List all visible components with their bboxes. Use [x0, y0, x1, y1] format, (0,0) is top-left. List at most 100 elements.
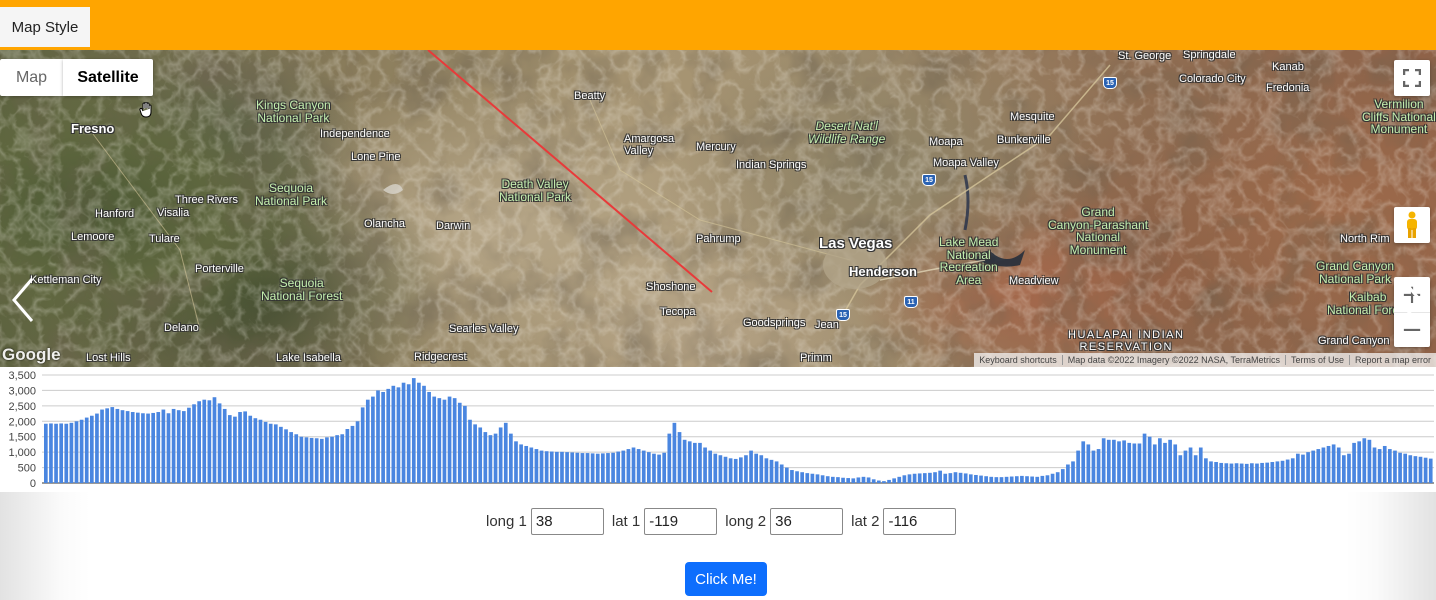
- elevation-bar[interactable]: [1260, 462, 1264, 483]
- elevation-bar[interactable]: [161, 409, 166, 483]
- elevation-bar[interactable]: [1204, 458, 1208, 483]
- elevation-bar[interactable]: [279, 426, 283, 483]
- elevation-bar[interactable]: [294, 434, 299, 483]
- elevation-bar[interactable]: [171, 408, 176, 483]
- elevation-bar[interactable]: [432, 396, 437, 483]
- elevation-bar[interactable]: [1342, 455, 1346, 483]
- elevation-bar[interactable]: [933, 472, 937, 483]
- elevation-bar[interactable]: [1362, 438, 1367, 483]
- elevation-bar[interactable]: [774, 461, 779, 483]
- elevation-bar[interactable]: [1045, 475, 1050, 483]
- elevation-bar[interactable]: [902, 475, 907, 483]
- elevation-bar[interactable]: [718, 455, 723, 483]
- elevation-bar[interactable]: [1331, 444, 1336, 483]
- elevation-bar[interactable]: [44, 423, 48, 483]
- elevation-bar[interactable]: [652, 453, 656, 483]
- fullscreen-button[interactable]: [1394, 60, 1430, 96]
- elevation-bar[interactable]: [452, 398, 457, 483]
- elevation-bar[interactable]: [386, 388, 391, 483]
- elevation-bar[interactable]: [514, 441, 518, 483]
- elevation-bar[interactable]: [319, 438, 324, 483]
- elevation-bar[interactable]: [1336, 447, 1341, 483]
- elevation-bar[interactable]: [217, 403, 222, 483]
- elevation-bar[interactable]: [836, 477, 840, 483]
- elevation-bar[interactable]: [687, 441, 692, 483]
- elevation-bar[interactable]: [1147, 436, 1152, 483]
- elevation-bar[interactable]: [754, 453, 759, 483]
- elevation-bar[interactable]: [1168, 439, 1172, 483]
- elevation-bar[interactable]: [616, 451, 621, 483]
- elevation-bar[interactable]: [984, 476, 988, 483]
- elevation-bar[interactable]: [1413, 456, 1418, 483]
- elevation-bar[interactable]: [1071, 461, 1075, 483]
- elevation-bar[interactable]: [463, 405, 467, 483]
- elevation-bar[interactable]: [391, 385, 396, 483]
- elevation-bar[interactable]: [524, 445, 529, 483]
- elevation-bar[interactable]: [227, 415, 232, 483]
- elevation-bar[interactable]: [703, 447, 707, 483]
- elevation-bar[interactable]: [1393, 450, 1397, 483]
- elevation-bar[interactable]: [59, 423, 64, 483]
- elevation-bar[interactable]: [662, 452, 667, 483]
- elevation-bar[interactable]: [1081, 441, 1086, 483]
- elevation-bar[interactable]: [621, 450, 626, 483]
- elevation-bar[interactable]: [110, 407, 115, 483]
- elevation-bar[interactable]: [411, 378, 416, 483]
- elevation-bar[interactable]: [519, 444, 523, 483]
- elevation-bar[interactable]: [115, 408, 120, 483]
- elevation-bar[interactable]: [938, 470, 942, 483]
- elevation-bar[interactable]: [1014, 476, 1019, 483]
- elevation-bar[interactable]: [968, 474, 973, 483]
- elevation-bar[interactable]: [601, 453, 605, 483]
- elevation-bar[interactable]: [560, 451, 564, 483]
- elevation-bar[interactable]: [437, 398, 442, 483]
- elevation-bar[interactable]: [1158, 438, 1162, 483]
- elevation-bar[interactable]: [795, 471, 799, 483]
- elevation-bar[interactable]: [1311, 450, 1316, 483]
- elevation-bar[interactable]: [493, 433, 498, 483]
- elevation-bar[interactable]: [1173, 444, 1178, 483]
- elevation-bar[interactable]: [345, 429, 350, 483]
- elevation-bar[interactable]: [784, 467, 789, 483]
- elevation-bar[interactable]: [907, 474, 912, 483]
- elevation-bar[interactable]: [1224, 463, 1229, 483]
- elevation-bar[interactable]: [1193, 455, 1198, 483]
- elevation-bar[interactable]: [1106, 439, 1111, 483]
- elevation-bar[interactable]: [677, 432, 682, 483]
- elevation-bar[interactable]: [330, 436, 334, 483]
- elevation-bar[interactable]: [1408, 455, 1413, 483]
- elevation-bar[interactable]: [212, 397, 217, 483]
- elevation-bar[interactable]: [146, 413, 150, 483]
- elevation-bar[interactable]: [304, 437, 309, 483]
- elevation-bar[interactable]: [830, 476, 835, 483]
- report-map-error-link[interactable]: Report a map error: [1350, 355, 1436, 365]
- elevation-bar[interactable]: [89, 415, 94, 483]
- elevation-bar[interactable]: [595, 453, 600, 483]
- elevation-bar[interactable]: [999, 477, 1004, 483]
- elevation-bar[interactable]: [922, 473, 927, 483]
- elevation-bar[interactable]: [350, 425, 355, 483]
- elevation-bar[interactable]: [1163, 442, 1167, 483]
- lat2-input[interactable]: [883, 508, 957, 535]
- elevation-bar[interactable]: [1152, 444, 1157, 483]
- elevation-bar[interactable]: [1255, 463, 1259, 483]
- elevation-bar[interactable]: [442, 399, 447, 483]
- elevation-bar[interactable]: [1040, 475, 1045, 483]
- elevation-bar[interactable]: [928, 472, 932, 483]
- elevation-bar[interactable]: [943, 473, 948, 483]
- elevation-bar[interactable]: [1321, 447, 1326, 483]
- elevation-bar[interactable]: [1296, 453, 1300, 483]
- elevation-bar[interactable]: [861, 476, 866, 483]
- elevation-bar[interactable]: [263, 421, 268, 483]
- elevation-bar[interactable]: [187, 407, 191, 483]
- elevation-bar[interactable]: [314, 438, 319, 483]
- elevation-bar[interactable]: [202, 399, 207, 483]
- elevation-bar[interactable]: [728, 458, 733, 483]
- elevation-bar[interactable]: [141, 413, 145, 483]
- elevation-bar[interactable]: [841, 477, 845, 483]
- elevation-bar[interactable]: [590, 453, 595, 483]
- elevation-bar[interactable]: [1265, 462, 1270, 483]
- elevation-bar[interactable]: [1403, 453, 1408, 483]
- elevation-bar[interactable]: [427, 391, 431, 483]
- elevation-bar[interactable]: [882, 481, 886, 483]
